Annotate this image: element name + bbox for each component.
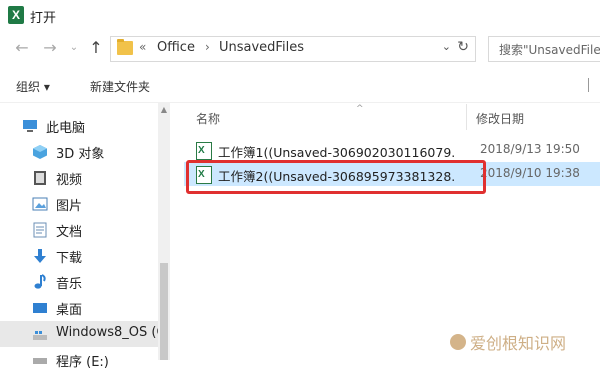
sidebar-item-label: 文档: [56, 225, 83, 240]
organize-button[interactable]: 组织 ▾: [16, 78, 50, 95]
download-icon: [34, 249, 46, 263]
music-icon: [34, 274, 46, 289]
sidebar-item-label: 音乐: [56, 277, 83, 292]
toolbar: 组织 ▾ 新建文件夹: [0, 68, 600, 103]
annotation-highlight-box: [186, 160, 486, 194]
computer-icon: [23, 120, 37, 132]
view-options-icon[interactable]: [588, 78, 600, 92]
recent-dropdown-icon[interactable]: ⌄: [64, 36, 84, 60]
breadcrumb-office[interactable]: Office: [157, 40, 195, 55]
breadcrumb-overflow[interactable]: «: [139, 40, 146, 54]
picture-icon: [32, 197, 48, 211]
scroll-thumb[interactable]: [160, 263, 168, 360]
title-bar: X 打开: [0, 0, 600, 32]
column-header-modified[interactable]: 修改日期: [476, 110, 524, 127]
desktop-icon: [33, 303, 47, 313]
sidebar-item-documents[interactable]: 文档: [0, 217, 158, 243]
sidebar-item-this-pc[interactable]: 此电脑: [0, 113, 158, 139]
watermark-logo-icon: [450, 334, 466, 350]
address-dropdown-icon[interactable]: ⌄: [442, 40, 451, 53]
file-date: 2018/9/13 19:50: [480, 142, 580, 156]
sidebar-item-drive-e[interactable]: 程序 (E:): [0, 347, 158, 373]
file-row[interactable]: 工作簿1((Unsaved-306902030116079... 2018/9/…: [184, 138, 600, 162]
breadcrumb-unsavedfiles[interactable]: UnsavedFiles: [219, 40, 304, 55]
column-header-name[interactable]: 名称: [196, 110, 220, 127]
sidebar-item-label: 程序 (E:): [56, 355, 109, 370]
excel-icon: X: [8, 6, 24, 24]
navigation-bar: ← → ⌄ ↑ « Office › UnsavedFiles ⌄ ↻ 搜索"U…: [0, 32, 600, 66]
search-input[interactable]: 搜索"UnsavedFiles": [488, 36, 600, 62]
sort-caret-icon: ^: [356, 104, 364, 114]
window-title: 打开: [30, 11, 57, 26]
file-date: 2018/9/10 19:38: [480, 166, 580, 180]
search-placeholder: 搜索"UnsavedFiles": [499, 43, 600, 57]
cube-icon: [33, 145, 47, 159]
sidebar-item-label: 3D 对象: [56, 147, 105, 162]
forward-arrow-icon[interactable]: →: [40, 36, 60, 60]
sidebar-item-label: Windows8_OS (C: [56, 325, 166, 340]
sidebar-item-3d-objects[interactable]: 3D 对象: [0, 139, 158, 165]
sidebar-item-label: 此电脑: [46, 121, 86, 136]
new-folder-button[interactable]: 新建文件夹: [90, 78, 150, 95]
sidebar-item-music[interactable]: 音乐: [0, 269, 158, 295]
file-name: 工作簿1((Unsaved-306902030116079...: [218, 145, 456, 160]
back-arrow-icon[interactable]: ←: [12, 36, 32, 60]
sidebar-scrollbar[interactable]: ▲: [158, 103, 170, 360]
sidebar-item-videos[interactable]: 视频: [0, 165, 158, 191]
sidebar-item-downloads[interactable]: 下载: [0, 243, 158, 269]
column-divider[interactable]: [466, 104, 467, 130]
folder-icon: [117, 39, 133, 55]
scroll-up-icon[interactable]: ▲: [158, 103, 170, 117]
sidebar-item-desktop[interactable]: 桌面: [0, 295, 158, 321]
sidebar-item-label: 桌面: [56, 303, 83, 318]
document-icon: [33, 222, 47, 238]
drive-icon: [33, 358, 47, 364]
video-icon: [34, 171, 46, 185]
breadcrumb-separator[interactable]: ›: [205, 40, 210, 54]
navigation-pane: 此电脑 3D 对象 视频 图片 文档 下载 音乐 桌面 Windows8_OS …: [0, 103, 170, 370]
sidebar-item-drive-c[interactable]: Windows8_OS (C: [0, 321, 166, 347]
refresh-icon[interactable]: ↻: [457, 39, 469, 55]
sidebar-item-label: 图片: [56, 199, 83, 214]
up-arrow-icon[interactable]: ↑: [86, 36, 106, 60]
excel-file-icon: [196, 142, 212, 160]
drive-icon: [33, 331, 47, 340]
watermark-text: 爱创根知识网: [470, 334, 567, 353]
address-bar[interactable]: « Office › UnsavedFiles ⌄ ↻: [110, 36, 476, 62]
sidebar-item-label: 视频: [56, 173, 83, 188]
sidebar-item-pictures[interactable]: 图片: [0, 191, 158, 217]
sidebar-item-label: 下载: [56, 251, 83, 266]
